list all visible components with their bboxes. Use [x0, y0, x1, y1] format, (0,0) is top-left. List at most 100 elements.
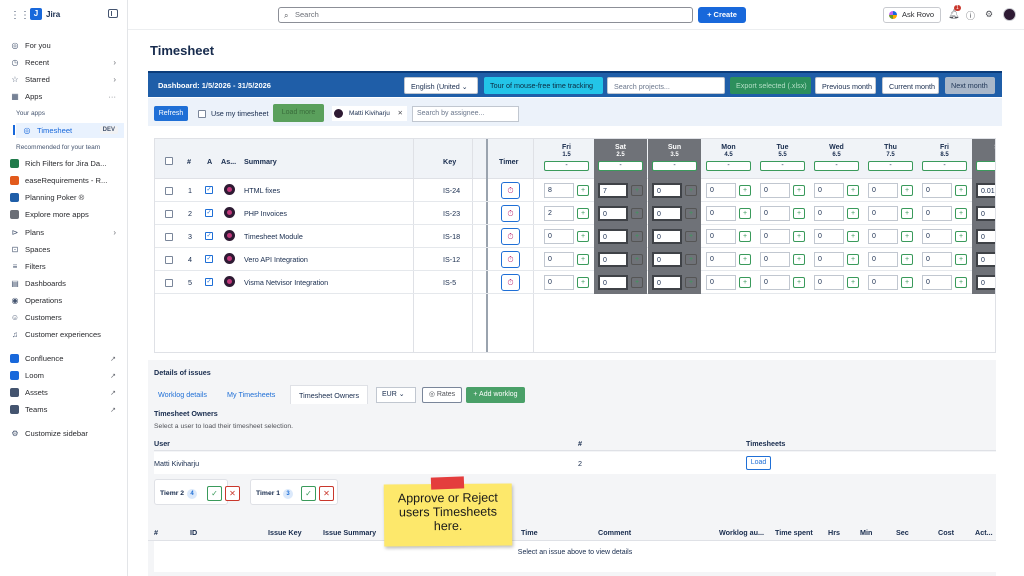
- hours-input[interactable]: 0: [598, 252, 628, 267]
- day-collapse-button[interactable]: -: [922, 161, 967, 171]
- sidebar-item-timesheet[interactable]: ◎ Timesheet DEV: [16, 123, 124, 138]
- hours-input[interactable]: 0: [598, 206, 628, 221]
- day-collapse-button[interactable]: -: [868, 161, 913, 171]
- add-time-button[interactable]: +: [631, 208, 643, 219]
- previous-month-button[interactable]: Previous month: [815, 77, 876, 94]
- approve-button[interactable]: ✓: [207, 486, 222, 501]
- sidebar-item-spaces[interactable]: ⊡ Spaces: [4, 242, 124, 257]
- reject-button[interactable]: ✕: [319, 486, 334, 501]
- hours-input[interactable]: 0: [598, 229, 628, 244]
- app-switcher-icon[interactable]: ⋮⋮: [10, 10, 30, 21]
- timer-button[interactable]: ⏱︎: [501, 251, 520, 268]
- currency-select[interactable]: EUR ⌄: [376, 387, 416, 403]
- hours-input[interactable]: 0: [814, 183, 844, 198]
- tab-timesheet-owners[interactable]: Timesheet Owners: [290, 385, 369, 404]
- hours-input[interactable]: 0: [922, 183, 952, 198]
- hours-input[interactable]: 8: [544, 183, 574, 198]
- issue-key[interactable]: IS-12: [443, 255, 460, 264]
- add-time-button[interactable]: +: [631, 231, 643, 242]
- hours-input[interactable]: 0: [868, 252, 898, 267]
- load-more-button[interactable]: Load more: [273, 104, 324, 122]
- hours-input[interactable]: 0: [868, 275, 898, 290]
- row-active-checkbox[interactable]: ✓: [205, 254, 213, 264]
- hours-input[interactable]: 7: [598, 183, 628, 198]
- tab-my-timesheets[interactable]: My Timesheets: [219, 385, 283, 404]
- use-my-timesheet-toggle[interactable]: Use my timesheet: [198, 109, 269, 119]
- sidebar-item-rich-filters[interactable]: Rich Filters for Jira Da...: [4, 156, 124, 171]
- day-collapse-button[interactable]: -: [598, 161, 643, 171]
- issue-summary[interactable]: Vero API Integration: [244, 255, 308, 264]
- add-time-button[interactable]: +: [847, 231, 859, 242]
- add-time-button[interactable]: +: [577, 185, 589, 196]
- add-time-button[interactable]: +: [739, 277, 751, 288]
- issue-key[interactable]: IS-18: [443, 232, 460, 241]
- hours-input[interactable]: 0: [706, 229, 736, 244]
- hours-input[interactable]: 0: [922, 275, 952, 290]
- row-active-checkbox[interactable]: ✓: [205, 208, 213, 218]
- sidebar-item-apps[interactable]: ▦ Apps ···: [4, 89, 124, 104]
- add-time-button[interactable]: +: [577, 254, 589, 265]
- hours-input[interactable]: 0: [544, 252, 574, 267]
- day-collapse-button[interactable]: -: [652, 161, 697, 171]
- hours-input[interactable]: 0: [760, 183, 790, 198]
- sidebar-item-teams[interactable]: Teams ↗: [4, 402, 124, 417]
- add-time-button[interactable]: +: [739, 208, 751, 219]
- add-time-button[interactable]: +: [901, 231, 913, 242]
- hours-input[interactable]: 0: [706, 252, 736, 267]
- language-select[interactable]: English (United ⌄: [404, 77, 478, 94]
- hours-input[interactable]: 0: [706, 183, 736, 198]
- hours-input[interactable]: 0: [760, 252, 790, 267]
- sidebar-item-starred[interactable]: ☆ Starred ›: [4, 72, 124, 87]
- add-time-button[interactable]: +: [793, 185, 805, 196]
- tab-worklog-details[interactable]: Worklog details: [150, 385, 215, 404]
- row-active-checkbox[interactable]: ✓: [205, 185, 213, 195]
- gear-icon[interactable]: ⚙: [985, 9, 993, 20]
- add-time-button[interactable]: +: [685, 254, 697, 265]
- hours-input[interactable]: 0: [544, 275, 574, 290]
- add-time-button[interactable]: +: [847, 254, 859, 265]
- more-icon[interactable]: ···: [108, 92, 116, 101]
- timer-button[interactable]: ⏱︎: [501, 182, 520, 199]
- sidebar-item-loom[interactable]: Loom ↗: [4, 368, 124, 383]
- sidebar-item-operations[interactable]: ◉ Operations: [4, 293, 124, 308]
- next-month-button[interactable]: Next month: [945, 77, 995, 94]
- sidebar-item-confluence[interactable]: Confluence ↗: [4, 351, 124, 366]
- add-time-button[interactable]: +: [631, 277, 643, 288]
- refresh-button[interactable]: Refresh: [154, 106, 188, 121]
- add-time-button[interactable]: +: [847, 208, 859, 219]
- row-active-checkbox[interactable]: ✓: [205, 231, 213, 241]
- timer-button[interactable]: ⏱︎: [501, 228, 520, 245]
- use-my-timesheet-checkbox[interactable]: [198, 110, 206, 119]
- sidebar-item-recent[interactable]: ◷ Recent ›: [4, 55, 124, 70]
- add-time-button[interactable]: +: [847, 277, 859, 288]
- help-icon[interactable]: ⓘ: [966, 9, 975, 22]
- approve-button[interactable]: ✓: [301, 486, 316, 501]
- hours-input[interactable]: 0.01: [976, 183, 995, 198]
- create-button[interactable]: + Create: [698, 7, 746, 23]
- hours-input[interactable]: 0: [814, 206, 844, 221]
- issue-summary[interactable]: HTML fixes: [244, 186, 280, 195]
- day-collapse-button[interactable]: -: [706, 161, 751, 171]
- timer-button[interactable]: ⏱︎: [501, 205, 520, 222]
- add-time-button[interactable]: +: [793, 231, 805, 242]
- hours-input[interactable]: 0: [922, 252, 952, 267]
- add-time-button[interactable]: +: [739, 185, 751, 196]
- add-time-button[interactable]: +: [901, 185, 913, 196]
- hours-input[interactable]: 0: [976, 229, 995, 244]
- hours-input[interactable]: 0: [976, 252, 995, 267]
- hours-input[interactable]: 0: [814, 275, 844, 290]
- header-summary[interactable]: Summary: [244, 157, 277, 166]
- hours-input[interactable]: 0: [922, 206, 952, 221]
- hours-input[interactable]: 0: [598, 275, 628, 290]
- select-all-checkbox[interactable]: [165, 156, 173, 166]
- add-time-button[interactable]: +: [685, 208, 697, 219]
- hours-input[interactable]: 2: [544, 206, 574, 221]
- header-assignee[interactable]: As...: [221, 157, 236, 166]
- ask-rovo-button[interactable]: Ask Rovo: [883, 7, 941, 23]
- add-time-button[interactable]: +: [739, 254, 751, 265]
- add-time-button[interactable]: +: [793, 208, 805, 219]
- collapse-sidebar-icon[interactable]: [108, 9, 118, 18]
- add-time-button[interactable]: +: [955, 208, 967, 219]
- hours-input[interactable]: 0: [706, 275, 736, 290]
- sidebar-item-customer-experiences[interactable]: ♫ Customer experiences: [4, 327, 124, 342]
